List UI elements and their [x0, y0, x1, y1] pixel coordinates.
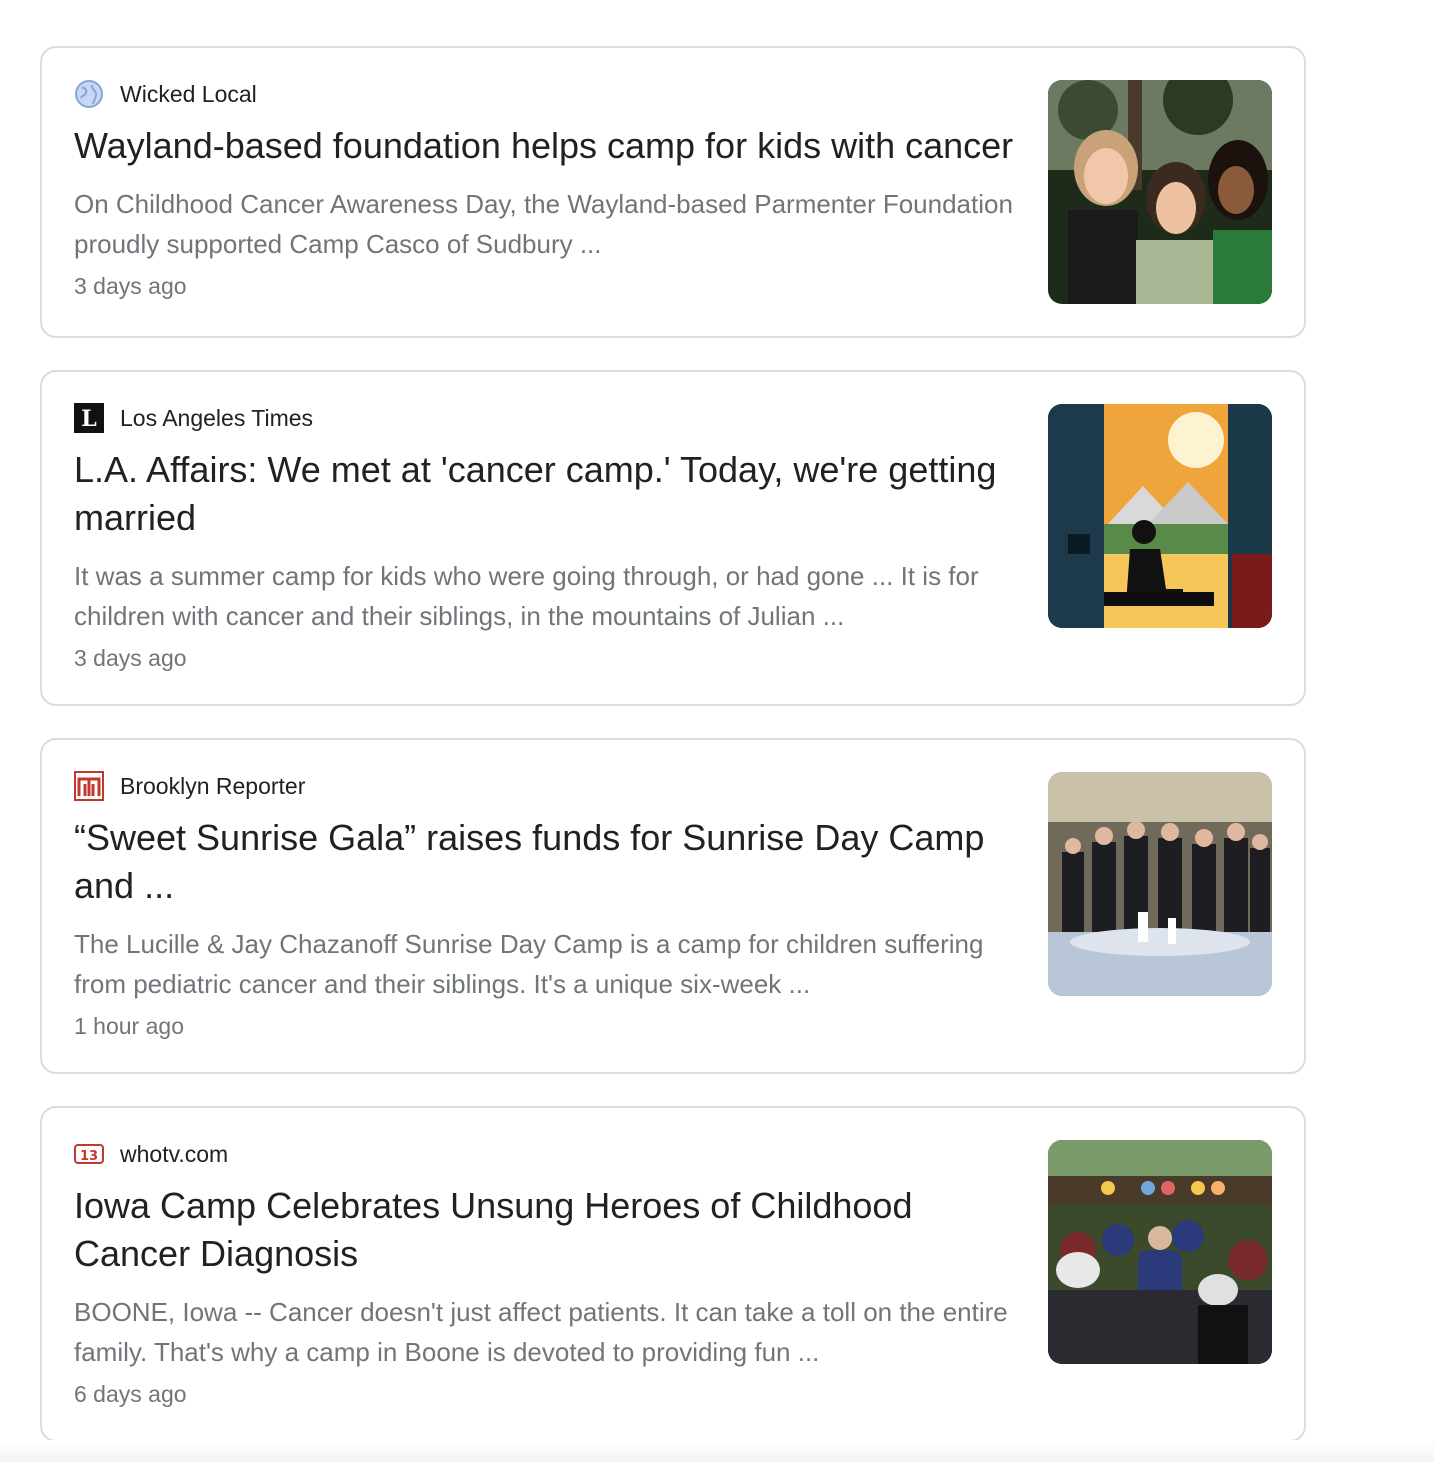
svg-text:13: 13 [80, 1149, 98, 1164]
la-times-icon: L [74, 403, 104, 433]
source-row: Wicked Local [74, 78, 1024, 110]
article-time: 1 hour ago [74, 1013, 184, 1039]
article-headline[interactable]: “Sweet Sunrise Gala” raises funds for Su… [74, 814, 1024, 910]
globe-icon [74, 79, 104, 109]
news-card[interactable]: Wicked Local Wayland-based foundation he… [40, 46, 1306, 338]
article-headline[interactable]: L.A. Affairs: We met at 'cancer camp.' T… [74, 446, 1024, 542]
whotv-13-icon: 13 [74, 1139, 104, 1169]
news-card[interactable]: L Los Angeles Times L.A. Affairs: We met… [40, 370, 1306, 706]
source-row: 13 whotv.com [74, 1138, 1024, 1170]
news-card[interactable]: Brooklyn Reporter “Sweet Sunrise Gala” r… [40, 738, 1306, 1074]
article-headline[interactable]: Iowa Camp Celebrates Unsung Heroes of Ch… [74, 1182, 1024, 1278]
source-name[interactable]: Los Angeles Times [120, 402, 313, 434]
article-snippet: It was a summer camp for kids who were g… [74, 561, 979, 631]
article-thumbnail[interactable] [1048, 80, 1272, 304]
svg-text:L: L [81, 406, 96, 432]
article-snippet: The Lucille & Jay Chazanoff Sunrise Day … [74, 929, 984, 999]
article-thumbnail[interactable] [1048, 772, 1272, 996]
source-name[interactable]: whotv.com [120, 1138, 228, 1170]
news-card[interactable]: 13 whotv.com Iowa Camp Celebrates Unsung… [40, 1106, 1306, 1442]
article-snippet: BOONE, Iowa -- Cancer doesn't just affec… [74, 1297, 1008, 1367]
source-row: L Los Angeles Times [74, 402, 1024, 434]
source-row: Brooklyn Reporter [74, 770, 1024, 802]
brooklyn-reporter-icon [74, 771, 104, 801]
article-thumbnail[interactable] [1048, 1140, 1272, 1364]
article-thumbnail[interactable] [1048, 404, 1272, 628]
article-time: 6 days ago [74, 1381, 187, 1407]
article-snippet: On Childhood Cancer Awareness Day, the W… [74, 189, 1013, 259]
article-time: 3 days ago [74, 645, 187, 671]
page-bottom-edge [0, 1440, 1434, 1462]
article-headline[interactable]: Wayland-based foundation helps camp for … [74, 122, 1024, 170]
source-name[interactable]: Brooklyn Reporter [120, 770, 305, 802]
source-name[interactable]: Wicked Local [120, 78, 257, 110]
article-time: 3 days ago [74, 273, 187, 299]
